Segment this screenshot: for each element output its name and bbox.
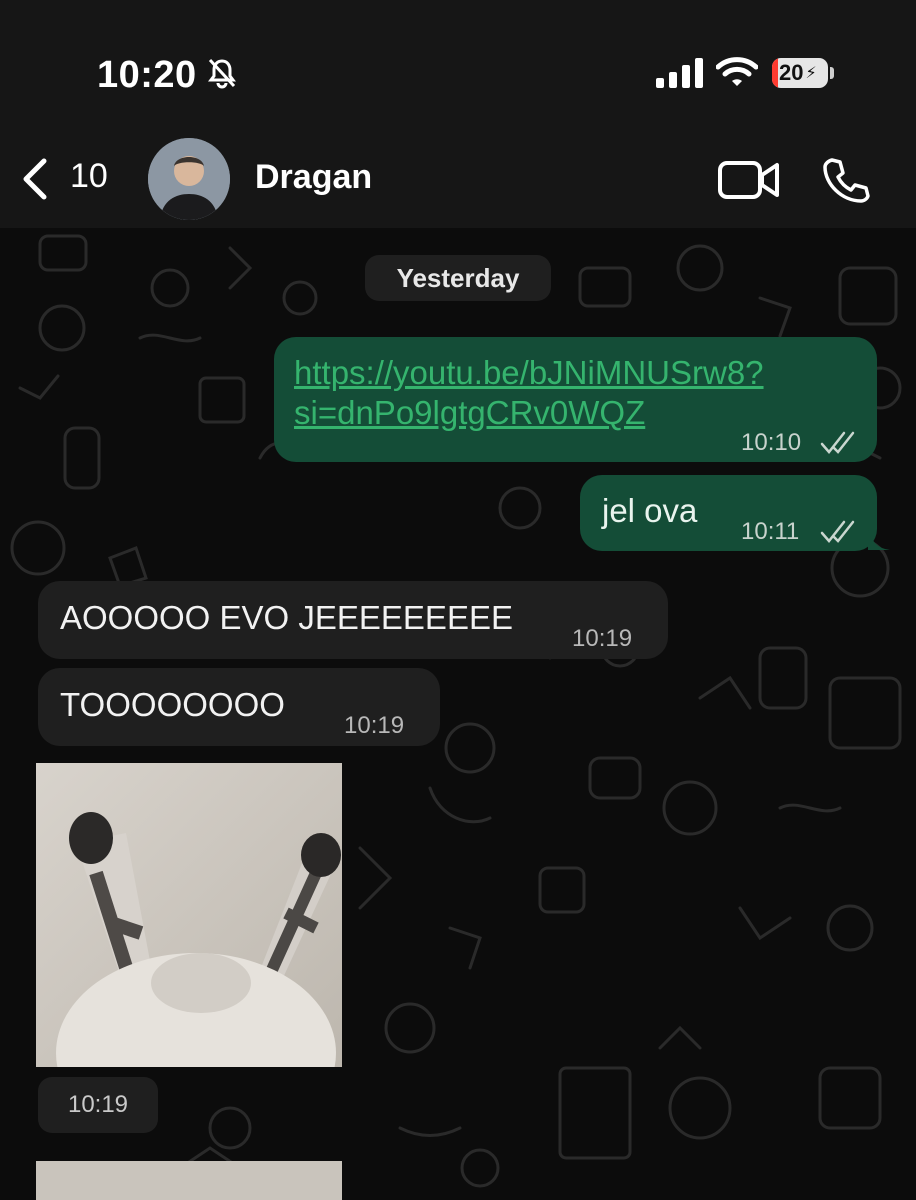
message-time: 10:10 [741,429,802,456]
cat-photo [36,763,342,1067]
message-time: 10:19 [572,625,633,652]
status-time: 10:20 [97,54,197,96]
message-text: jel ova [602,492,698,529]
youtube-link-cont[interactable]: si=dnPo9lgtgCRv0WQZ [294,394,645,431]
chat-header: 10 Dragan [0,130,916,228]
silent-bell-icon [205,56,239,95]
back-unread-count[interactable]: 10 [70,157,108,196]
incoming-message[interactable]: TOOOOOOOO 10:19 [38,668,440,746]
battery-level: 20 [779,60,804,85]
battery-indicator: 20 ⚡ [772,58,828,88]
wifi-icon [715,56,759,93]
image-message-partial[interactable] [36,1161,342,1200]
double-check-read-icon [820,514,856,554]
double-check-read-icon [820,425,856,465]
outgoing-message-link[interactable]: https://youtu.be/bJNiMNUSrw8? si=dnPo9lg… [274,337,877,462]
back-chevron-icon[interactable] [20,158,48,205]
image-message[interactable] [36,763,342,1067]
outgoing-message[interactable]: jel ova 10:11 [580,475,877,551]
image-message-time: 10:19 [38,1077,158,1133]
cellular-signal-icon [656,58,704,93]
video-call-icon[interactable] [718,160,780,205]
incoming-message[interactable]: AOOOOO EVO JEEEEEEEEE 10:19 [38,581,668,659]
youtube-link[interactable]: https://youtu.be/bJNiMNUSrw8? [294,354,764,391]
charging-bolt-icon: ⚡ [805,65,817,82]
bubble-tail [868,528,890,550]
message-text: AOOOOO EVO JEEEEEEEEE [60,599,513,636]
status-bar: 10:20 20 ⚡ [0,0,916,130]
message-time: 10:19 [344,712,405,739]
voice-call-icon[interactable] [822,156,870,209]
message-time: 10:11 [741,518,800,545]
chat-area[interactable]: Yesterday https://youtu.be/bJNiMNUSrw8? … [0,228,916,1200]
message-text: TOOOOOOOO [60,686,285,723]
contact-name[interactable]: Dragan [255,158,372,197]
date-divider: Yesterday [365,255,551,301]
contact-avatar[interactable] [148,138,230,220]
